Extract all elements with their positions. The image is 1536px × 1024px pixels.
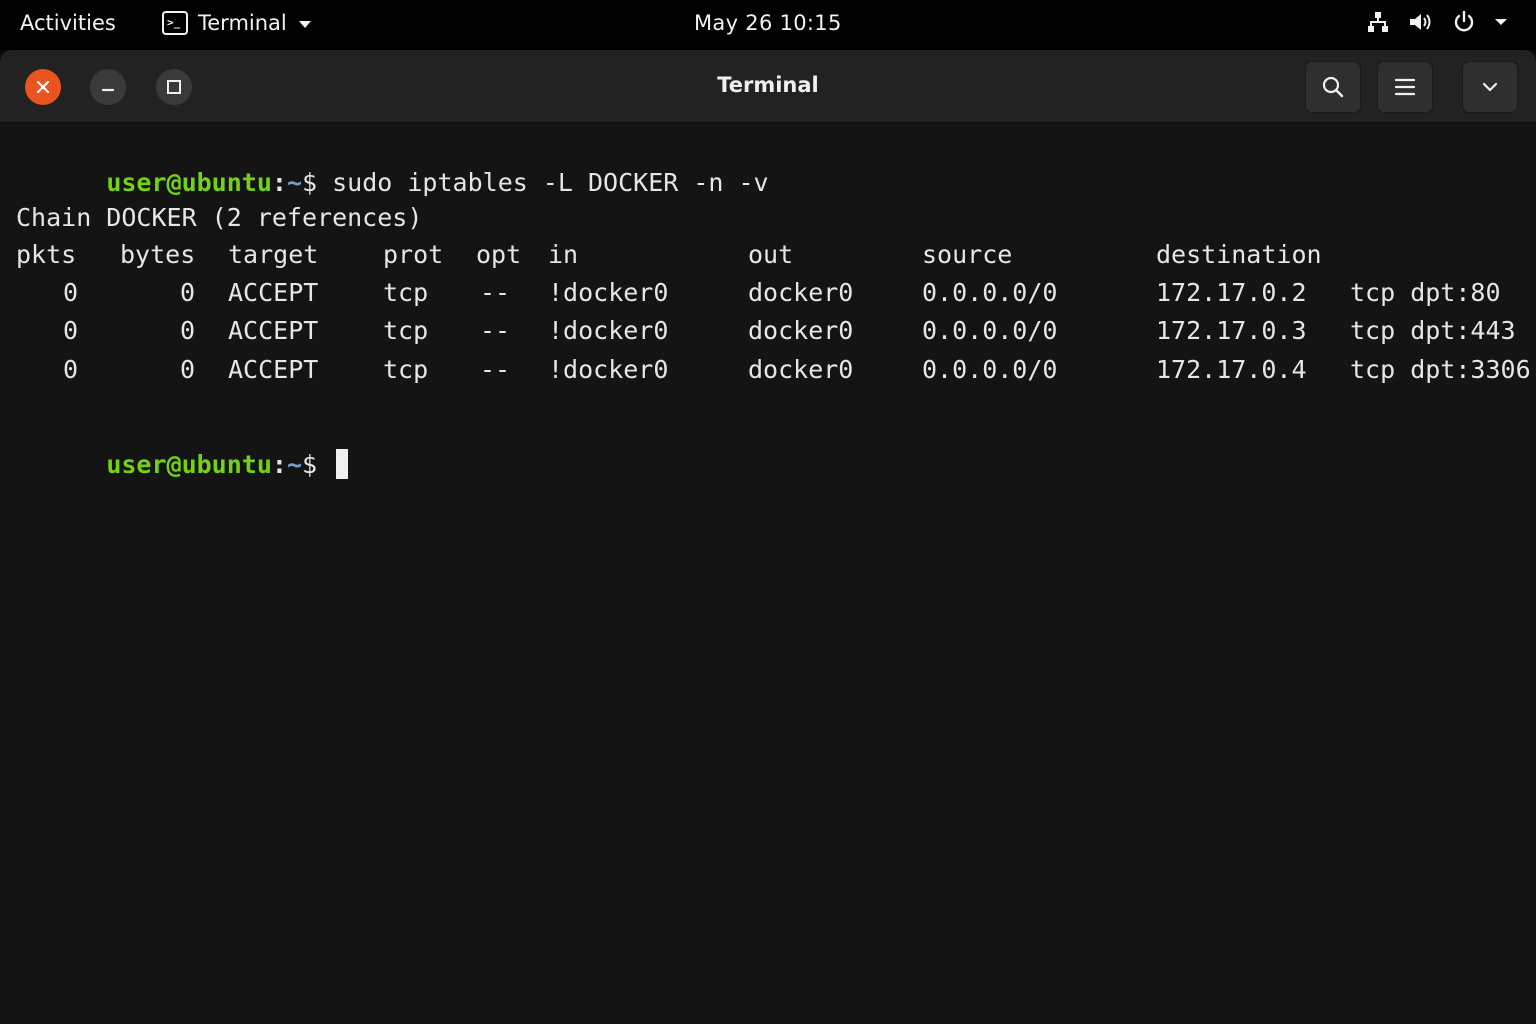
prompt-path: ~: [286, 168, 303, 197]
cell-opt: --: [480, 355, 511, 384]
cell-extra: tcp dpt:80: [1350, 278, 1501, 307]
cell-pkts: 0: [62, 278, 78, 307]
header-bar: Terminal: [0, 50, 1536, 123]
terminal-output[interactable]: user@ubuntu:~$ sudo iptables -L DOCKER -…: [16, 132, 1531, 654]
hamburger-menu-icon: [1394, 78, 1416, 96]
cell-extra: tcp dpt:3306: [1350, 355, 1531, 384]
prompt-user-host: user@ubuntu: [106, 168, 272, 197]
chevron-down-icon: [1482, 82, 1498, 92]
cell-bytes: 0: [179, 355, 195, 384]
prompt-dollar: $: [302, 168, 333, 197]
network-icon: [1368, 12, 1388, 32]
tabs-dropdown-button[interactable]: [1462, 61, 1518, 113]
cell-destination: 172.17.0.3: [1156, 316, 1307, 345]
cell-source: 0.0.0.0/0: [922, 355, 1058, 384]
cell-destination: 172.17.0.2: [1156, 278, 1307, 307]
prompt-user-host: user@ubuntu: [106, 450, 272, 479]
chain-header: Chain DOCKER (2 references): [16, 203, 423, 232]
prompt-colon: :: [271, 450, 287, 479]
table-row: 0 0 ACCEPT tcp -- !docker0 docker0 0.0.0…: [16, 314, 1526, 348]
cell-prot: tcp: [383, 278, 429, 307]
cell-in: !docker0: [548, 316, 669, 345]
app-menu[interactable]: >_ Terminal: [162, 11, 311, 35]
activities-button[interactable]: Activities: [20, 11, 116, 35]
cell-target: ACCEPT: [228, 278, 319, 307]
cell-extra: tcp dpt:443: [1350, 316, 1516, 345]
system-status-area[interactable]: [1366, 10, 1508, 34]
main-menu-button[interactable]: [1377, 61, 1433, 113]
app-menu-label: Terminal: [198, 11, 287, 35]
col-header-out: out: [748, 240, 794, 269]
col-header-source: source: [922, 240, 1013, 269]
cell-pkts: 0: [62, 355, 78, 384]
cell-target: ACCEPT: [228, 316, 319, 345]
cell-out: docker0: [748, 278, 854, 307]
text-cursor: [336, 449, 349, 479]
power-icon: [1454, 10, 1474, 32]
col-header-destination: destination: [1156, 240, 1322, 269]
prompt-dollar: $: [302, 450, 333, 479]
cell-destination: 172.17.0.4: [1156, 355, 1307, 384]
cell-source: 0.0.0.0/0: [922, 278, 1058, 307]
clock[interactable]: May 26 10:15: [694, 11, 842, 35]
cell-in: !docker0: [548, 355, 669, 384]
table-header-row: pkts bytes target prot opt in out source…: [16, 238, 1526, 272]
col-header-prot: prot: [383, 240, 444, 269]
cell-pkts: 0: [62, 316, 78, 345]
chevron-down-icon: [298, 20, 311, 28]
cell-opt: --: [480, 316, 511, 345]
search-icon: [1322, 76, 1344, 98]
cell-in: !docker0: [548, 278, 669, 307]
cell-prot: tcp: [383, 316, 429, 345]
col-header-in: in: [548, 240, 579, 269]
col-header-opt: opt: [476, 240, 522, 269]
col-header-pkts: pkts: [16, 240, 77, 269]
chevron-down-icon: [1495, 19, 1507, 25]
table-row: 0 0 ACCEPT tcp -- !docker0 docker0 0.0.0…: [16, 276, 1526, 310]
cell-prot: tcp: [383, 355, 429, 384]
search-button[interactable]: [1305, 61, 1361, 113]
col-header-bytes: bytes: [120, 240, 196, 269]
volume-icon: [1410, 14, 1431, 30]
cell-opt: --: [480, 278, 511, 307]
command-line: user@ubuntu:~$ sudo iptables -L DOCKER -…: [16, 132, 768, 197]
terminal-window: Terminal user@ubuntu:~$ sudo iptables -L…: [0, 50, 1536, 1024]
terminal-app-icon: >_: [162, 11, 188, 35]
current-prompt-line[interactable]: user@ubuntu:~$: [16, 414, 349, 479]
cell-bytes: 0: [179, 316, 195, 345]
command-text: sudo iptables -L DOCKER -n -v: [332, 168, 769, 197]
cell-target: ACCEPT: [228, 355, 319, 384]
cell-out: docker0: [748, 316, 854, 345]
prompt-path: ~: [286, 450, 303, 479]
gnome-top-bar: Activities >_ Terminal May 26 10:15: [0, 0, 1536, 50]
col-header-target: target: [228, 240, 319, 269]
cell-source: 0.0.0.0/0: [922, 316, 1058, 345]
table-row: 0 0 ACCEPT tcp -- !docker0 docker0 0.0.0…: [16, 353, 1531, 387]
prompt-colon: :: [271, 168, 287, 197]
cell-out: docker0: [748, 355, 854, 384]
cell-bytes: 0: [179, 278, 195, 307]
